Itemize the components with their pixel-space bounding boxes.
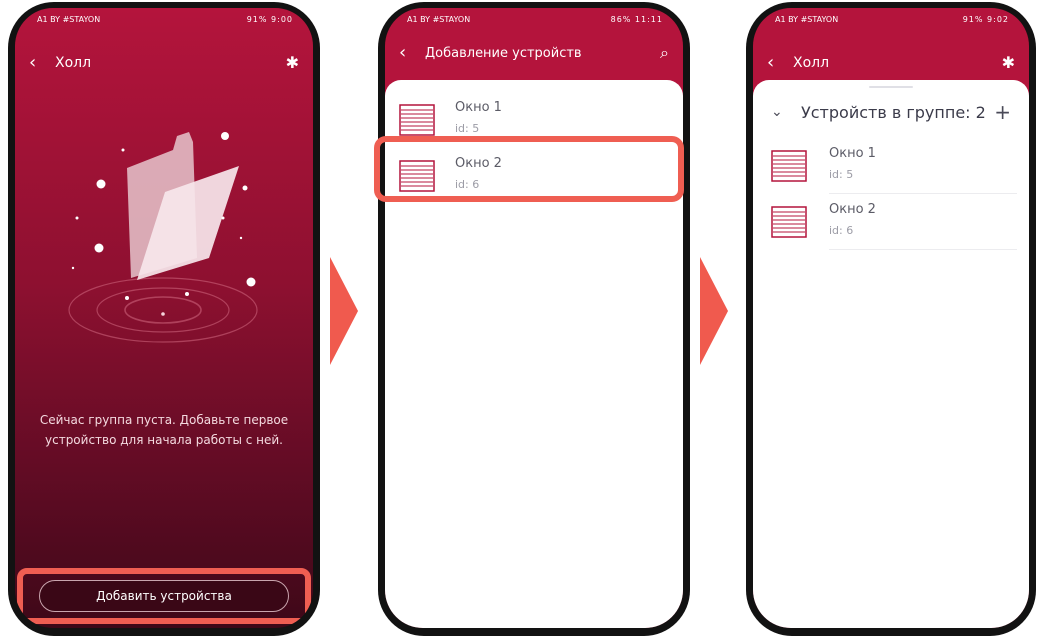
back-chevron-icon[interactable]: ‹	[767, 54, 787, 72]
list-item[interactable]: Окно 1 id: 5	[753, 138, 1029, 194]
status-bar: A1 BY #STAYON 86% 11:11	[385, 8, 683, 30]
search-icon[interactable]: ⌕	[647, 45, 669, 61]
list-item[interactable]: Окно 2 id: 6	[753, 194, 1029, 250]
back-chevron-icon[interactable]: ‹	[399, 44, 419, 62]
screen-group-devices: A1 BY #STAYON 91% 9:02 ‹ Холл ✱ ⌄ Устрой…	[753, 8, 1029, 628]
group-count-title: Устройств в группе: 2	[801, 102, 986, 122]
empty-folder-illustration	[68, 132, 258, 343]
page-title: Добавление устройств	[425, 45, 582, 61]
device-id: id: 6	[829, 224, 854, 237]
app-bar: ‹ Добавление устройств ⌕	[385, 38, 683, 68]
screen-group-empty: A1 BY #STAYON 91% 9:00 ‹ Холл ✱ Сейчас г…	[15, 8, 313, 628]
app-bar: ‹ Холл ✱	[15, 48, 313, 78]
selected-item-highlight	[374, 136, 684, 202]
status-carrier: A1 BY #STAYON	[775, 14, 839, 24]
window-blind-icon	[399, 104, 435, 136]
device-id: id: 5	[455, 122, 480, 135]
window-blind-icon	[771, 206, 807, 238]
phone-2: A1 BY #STAYON 86% 11:11 ‹ Добавление уст…	[374, 2, 690, 636]
back-chevron-icon[interactable]: ‹	[29, 54, 49, 72]
arrow-right-icon	[330, 257, 358, 365]
group-device-list: ⌄ Устройств в группе: 2 + Окно 1 id: 5 О…	[753, 80, 1029, 628]
page-title: Холл	[55, 55, 92, 71]
page-title: Холл	[793, 55, 830, 71]
add-devices-button[interactable]: Добавить устройства	[39, 580, 289, 612]
phone-1: A1 BY #STAYON 91% 9:00 ‹ Холл ✱ Сейчас г…	[8, 2, 320, 636]
chevron-down-icon[interactable]: ⌄	[771, 104, 795, 120]
device-name: Окно 2	[829, 202, 876, 217]
status-battery-time: 91% 9:02	[962, 14, 1009, 24]
group-header: ⌄ Устройств в группе: 2 +	[753, 94, 1029, 130]
phone-3: A1 BY #STAYON 91% 9:02 ‹ Холл ✱ ⌄ Устрой…	[746, 2, 1036, 636]
status-battery-time: 91% 9:00	[246, 14, 293, 24]
status-battery-time: 86% 11:11	[610, 14, 663, 24]
divider	[829, 249, 1017, 250]
window-blind-icon	[771, 150, 807, 182]
status-bar: A1 BY #STAYON 91% 9:00	[15, 8, 313, 30]
gear-icon[interactable]: ✱	[993, 55, 1015, 71]
device-id: id: 5	[829, 168, 854, 181]
app-bar: ‹ Холл ✱	[753, 48, 1029, 78]
arrow-right-icon	[700, 257, 728, 365]
sheet-grabber[interactable]	[869, 86, 913, 88]
status-bar: A1 BY #STAYON 91% 9:02	[753, 8, 1029, 30]
device-name: Окно 1	[829, 146, 876, 161]
gear-icon[interactable]: ✱	[277, 55, 299, 71]
status-carrier: A1 BY #STAYON	[37, 14, 101, 24]
device-name: Окно 1	[455, 100, 502, 115]
status-carrier: A1 BY #STAYON	[407, 14, 471, 24]
screen-add-devices: A1 BY #STAYON 86% 11:11 ‹ Добавление уст…	[385, 8, 683, 628]
add-button-highlight: Добавить устройства	[17, 568, 311, 624]
empty-group-message: Сейчас группа пуста. Добавьте первое уст…	[39, 413, 289, 447]
plus-icon[interactable]: +	[994, 100, 1011, 124]
